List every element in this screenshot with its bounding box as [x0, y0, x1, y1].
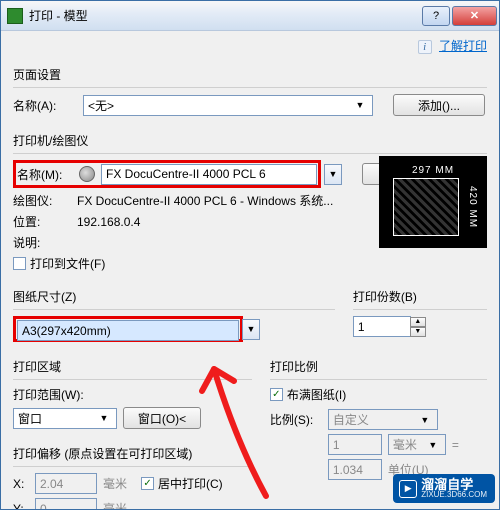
print-range-label: 打印范围(W): [13, 386, 252, 403]
top-help-row: i 了解打印 [13, 37, 487, 54]
description-label: 说明: [13, 234, 77, 251]
paper-size-group: 图纸尺寸(Z) A3(297x420mm) ▼ [13, 282, 335, 348]
scale-unit1-select: 毫米 ▼ [388, 434, 446, 455]
print-range-value: 窗口 [18, 410, 42, 427]
ratio-select: 自定义 ▼ [328, 409, 438, 430]
chevron-down-icon: ▼ [352, 96, 368, 115]
info-icon: i [418, 40, 432, 54]
watermark: ▶ 溜溜自学 ZIXUE.3D66.COM [393, 474, 495, 503]
print-range-select[interactable]: 窗口 ▼ [13, 408, 117, 429]
close-button[interactable]: ✕ [452, 6, 497, 26]
arrow-up-icon[interactable]: ▲ [410, 317, 426, 327]
chevron-down-icon: ▼ [425, 435, 441, 454]
preview-width-label: 297 MM [387, 165, 479, 176]
print-to-file-label: 打印到文件(F) [30, 255, 105, 272]
plotter-value: FX DocuCentre-II 4000 PCL 6 - Windows 系统… [77, 192, 333, 209]
ratio-label: 比例(S): [270, 411, 322, 428]
offset-x-unit: 毫米 [103, 475, 127, 492]
fill-paper-checkbox[interactable]: ✓ 布满图纸(I) [270, 386, 346, 403]
paper-size-select[interactable]: A3(297x420mm) [17, 320, 239, 341]
preview-page [393, 178, 459, 236]
chevron-down-icon[interactable]: ▼ [242, 319, 260, 340]
print-to-file-checkbox[interactable]: 打印到文件(F) [13, 255, 105, 272]
highlight-paper-size: A3(297x420mm) [13, 316, 243, 342]
center-print-label: 居中打印(C) [158, 475, 223, 492]
copies-group: 打印份数(B) ▲ ▼ [353, 282, 487, 343]
location-label: 位置: [13, 213, 77, 230]
checkbox-box: ✓ [141, 477, 154, 490]
printer-legend: 打印机/绘图仪 [13, 132, 487, 149]
arrow-down-icon[interactable]: ▼ [410, 327, 426, 337]
watermark-site: ZIXUE.3D66.COM [421, 491, 487, 499]
printer-name-label: 名称(M): [17, 166, 73, 183]
chevron-down-icon: ▼ [417, 410, 433, 429]
titlebar: 打印 - 模型 ? ✕ [1, 1, 499, 31]
copies-input[interactable] [353, 316, 411, 337]
paper-preview: 297 MM 420 MM [379, 156, 487, 248]
scale-group: 打印比例 ✓ 布满图纸(I) 比例(S): 自定义 ▼ [270, 352, 487, 486]
plotter-label: 绘图仪: [13, 192, 77, 209]
window-buttons: ? ✕ [420, 6, 497, 26]
ratio-value: 自定义 [333, 411, 369, 428]
play-icon: ▶ [399, 480, 417, 498]
offset-x-label: X: [13, 477, 29, 491]
offset-x-input [35, 473, 97, 494]
page-setup-group: 页面设置 名称(A): <无> ▼ 添加()... [13, 60, 487, 122]
print-area-group: 打印区域 打印范围(W): 窗口 ▼ 窗口(O)< [13, 352, 252, 435]
preview-height-label: 420 MM [467, 174, 478, 240]
window-button[interactable]: 窗口(O)< [123, 407, 201, 429]
window-title: 打印 - 模型 [29, 7, 420, 24]
checkbox-box: ✓ [270, 388, 283, 401]
page-name-label: 名称(A): [13, 97, 77, 114]
offset-group: 打印偏移 (原点设置在可打印区域) X: 毫米 ✓ 居中打印(C) Y: [13, 439, 252, 510]
paper-size-value: A3(297x420mm) [22, 324, 111, 338]
printer-name-value: FX DocuCentre-II 4000 PCL 6 [106, 167, 266, 181]
checkbox-box [13, 257, 26, 270]
scale-legend: 打印比例 [270, 358, 487, 375]
paper-size-legend: 图纸尺寸(Z) [13, 288, 335, 305]
offset-y-label: Y: [13, 502, 29, 510]
equals-icon: = [452, 438, 459, 452]
copies-legend: 打印份数(B) [353, 288, 487, 305]
highlight-printer-name: 名称(M): FX DocuCentre-II 4000 PCL 6 [13, 160, 321, 188]
help-button[interactable]: ? [422, 6, 450, 26]
page-name-value: <无> [88, 97, 114, 114]
print-dialog: 打印 - 模型 ? ✕ i 了解打印 页面设置 名称(A): <无> ▼ 添加(… [0, 0, 500, 510]
add-button[interactable]: 添加()... [393, 94, 485, 116]
scale-val1-input [328, 434, 382, 455]
print-area-legend: 打印区域 [13, 358, 252, 375]
fill-paper-label: 布满图纸(I) [287, 386, 346, 403]
location-value: 192.168.0.4 [77, 215, 140, 229]
printer-icon [79, 166, 95, 182]
scale-val2-input [328, 459, 382, 480]
offset-y-input [35, 498, 97, 510]
scale-unit1-value: 毫米 [393, 436, 417, 453]
copies-spinner[interactable]: ▲ ▼ [410, 317, 426, 337]
app-icon [7, 8, 23, 24]
chevron-down-icon: ▼ [96, 409, 112, 428]
offset-y-unit: 毫米 [103, 500, 127, 510]
center-print-checkbox[interactable]: ✓ 居中打印(C) [141, 475, 223, 492]
dialog-content: i 了解打印 页面设置 名称(A): <无> ▼ 添加()... 打印机/绘图仪 [1, 31, 499, 510]
learn-print-link[interactable]: 了解打印 [439, 39, 487, 53]
offset-legend: 打印偏移 (原点设置在可打印区域) [13, 445, 252, 462]
chevron-down-icon[interactable]: ▼ [324, 164, 342, 185]
page-name-select[interactable]: <无> ▼ [83, 95, 373, 116]
printer-name-select[interactable]: FX DocuCentre-II 4000 PCL 6 [101, 164, 317, 185]
page-setup-legend: 页面设置 [13, 66, 487, 83]
